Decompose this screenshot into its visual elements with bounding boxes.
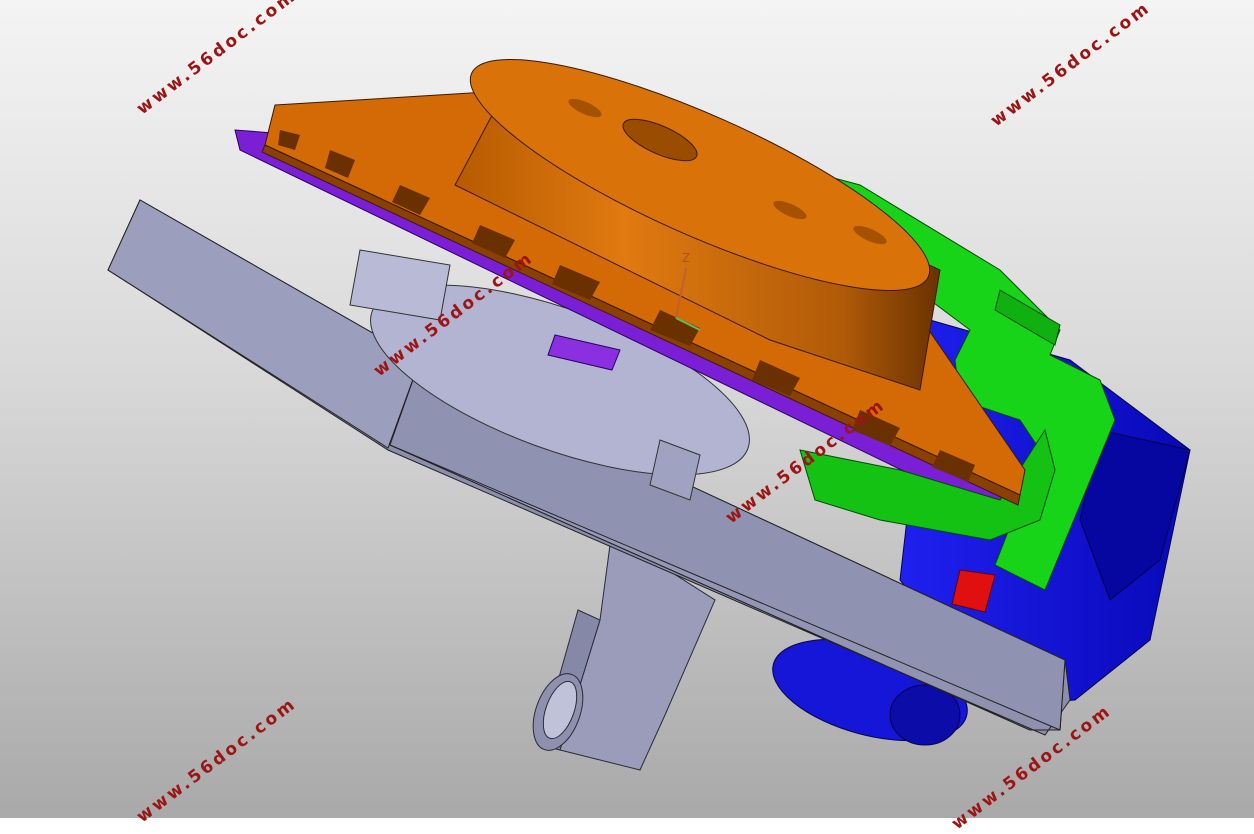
cad-3d-viewport[interactable]: Z www.56doc.com www.56doc.com www.56doc.… xyxy=(0,0,1254,834)
axis-label-z: Z xyxy=(682,251,690,265)
brake-assembly-model[interactable]: Z xyxy=(0,0,1254,818)
